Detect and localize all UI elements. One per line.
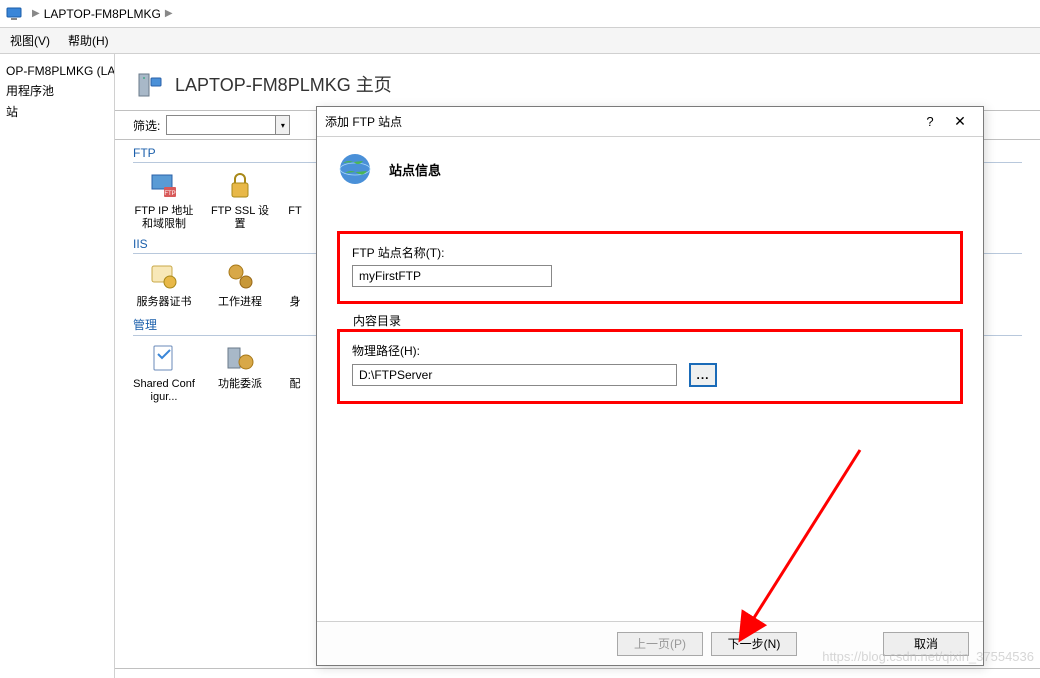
server-icon xyxy=(133,68,165,100)
prev-button[interactable]: 上一页(P) xyxy=(617,632,703,656)
generic-icon xyxy=(285,169,317,201)
generic-icon xyxy=(285,342,317,374)
site-name-label: FTP 站点名称(T): xyxy=(352,244,948,261)
breadcrumb-text[interactable]: LAPTOP-FM8PLMKG xyxy=(44,7,161,21)
tile-iis-truncated[interactable]: 身 xyxy=(285,260,305,309)
gears-icon xyxy=(224,260,256,292)
tree-node-server[interactable]: OP-FM8PLMKG (LA xyxy=(0,62,114,80)
tree-node-sites[interactable]: 站 xyxy=(0,101,114,122)
next-button[interactable]: 下一步(N) xyxy=(711,632,797,656)
site-name-highlight: FTP 站点名称(T): xyxy=(337,231,963,304)
physical-path-highlight: 物理路径(H): ... xyxy=(337,329,963,404)
tree-node-app-pools[interactable]: 用程序池 xyxy=(0,80,114,101)
watermark: https://blog.csdn.net/qixin_37554536 xyxy=(822,649,1034,664)
connections-tree: OP-FM8PLMKG (LA 用程序池 站 xyxy=(0,54,115,678)
lock-icon xyxy=(224,169,256,201)
physical-path-label: 物理路径(H): xyxy=(352,342,948,359)
close-icon[interactable]: ✕ xyxy=(945,113,975,130)
tile-label: 功能委派 xyxy=(209,378,271,391)
tile-label: 身 xyxy=(285,296,305,309)
tile-label: Shared Configur... xyxy=(133,378,195,404)
generic-icon xyxy=(285,260,317,292)
physical-path-input[interactable] xyxy=(352,364,677,386)
tile-label: FTP SSL 设置 xyxy=(209,205,271,231)
dialog-header-title: 站点信息 xyxy=(389,160,441,179)
content-directory-label: 内容目录 xyxy=(353,312,963,329)
breadcrumb-bar: ▶ LAPTOP-FM8PLMKG ▶ xyxy=(0,0,1040,28)
computer-monitor-icon xyxy=(6,6,22,22)
site-name-input[interactable] xyxy=(352,265,552,287)
tile-ftp-ssl[interactable]: FTP SSL 设置 xyxy=(209,169,271,231)
add-ftp-site-dialog: 添加 FTP 站点 ? ✕ 站点信息 FTP 站点名称(T): 内容目录 物理路… xyxy=(316,106,984,666)
tile-label: 服务器证书 xyxy=(133,296,195,309)
tile-feature-delegation[interactable]: 功能委派 xyxy=(209,342,271,404)
breadcrumb-separator: ▶ xyxy=(165,8,173,19)
tile-label: FTP IP 地址和域限制 xyxy=(133,205,195,231)
tile-server-certificates[interactable]: 服务器证书 xyxy=(133,260,195,309)
dialog-body: FTP 站点名称(T): 内容目录 物理路径(H): ... xyxy=(317,201,983,422)
tile-shared-configuration[interactable]: Shared Configur... xyxy=(133,342,195,404)
menu-help[interactable]: 帮助(H) xyxy=(68,32,109,49)
tile-label: 工作进程 xyxy=(209,296,271,309)
page-header: LAPTOP-FM8PLMKG 主页 xyxy=(115,54,1040,110)
tile-worker-processes[interactable]: 工作进程 xyxy=(209,260,271,309)
document-check-icon xyxy=(148,342,180,374)
breadcrumb-separator: ▶ xyxy=(32,8,40,19)
dialog-header: 站点信息 xyxy=(317,137,983,201)
page-title: LAPTOP-FM8PLMKG 主页 xyxy=(175,71,392,97)
dialog-help-button[interactable]: ? xyxy=(915,114,945,129)
filter-label: 筛选: xyxy=(133,117,160,134)
globe-icon xyxy=(337,151,373,187)
tile-label: FT xyxy=(285,205,305,218)
tile-label: 配 xyxy=(285,378,305,391)
browse-button[interactable]: ... xyxy=(689,363,717,387)
filter-dropdown[interactable]: ▾ xyxy=(276,115,290,135)
tile-ftp-ip-domain[interactable]: FTP FTP IP 地址和域限制 xyxy=(133,169,195,231)
ftp-ip-icon: FTP xyxy=(148,169,180,201)
menu-view[interactable]: 视图(V) xyxy=(10,32,50,49)
tile-ftp-truncated[interactable]: FT xyxy=(285,169,305,231)
dialog-title: 添加 FTP 站点 xyxy=(325,113,915,130)
menu-bar: 视图(V) 帮助(H) xyxy=(0,28,1040,54)
server-gear-icon xyxy=(224,342,256,374)
filter-input[interactable] xyxy=(166,115,276,135)
dialog-titlebar[interactable]: 添加 FTP 站点 ? ✕ xyxy=(317,107,983,137)
tile-mgmt-truncated[interactable]: 配 xyxy=(285,342,305,404)
certificate-icon xyxy=(148,260,180,292)
svg-text:FTP: FTP xyxy=(164,191,175,197)
